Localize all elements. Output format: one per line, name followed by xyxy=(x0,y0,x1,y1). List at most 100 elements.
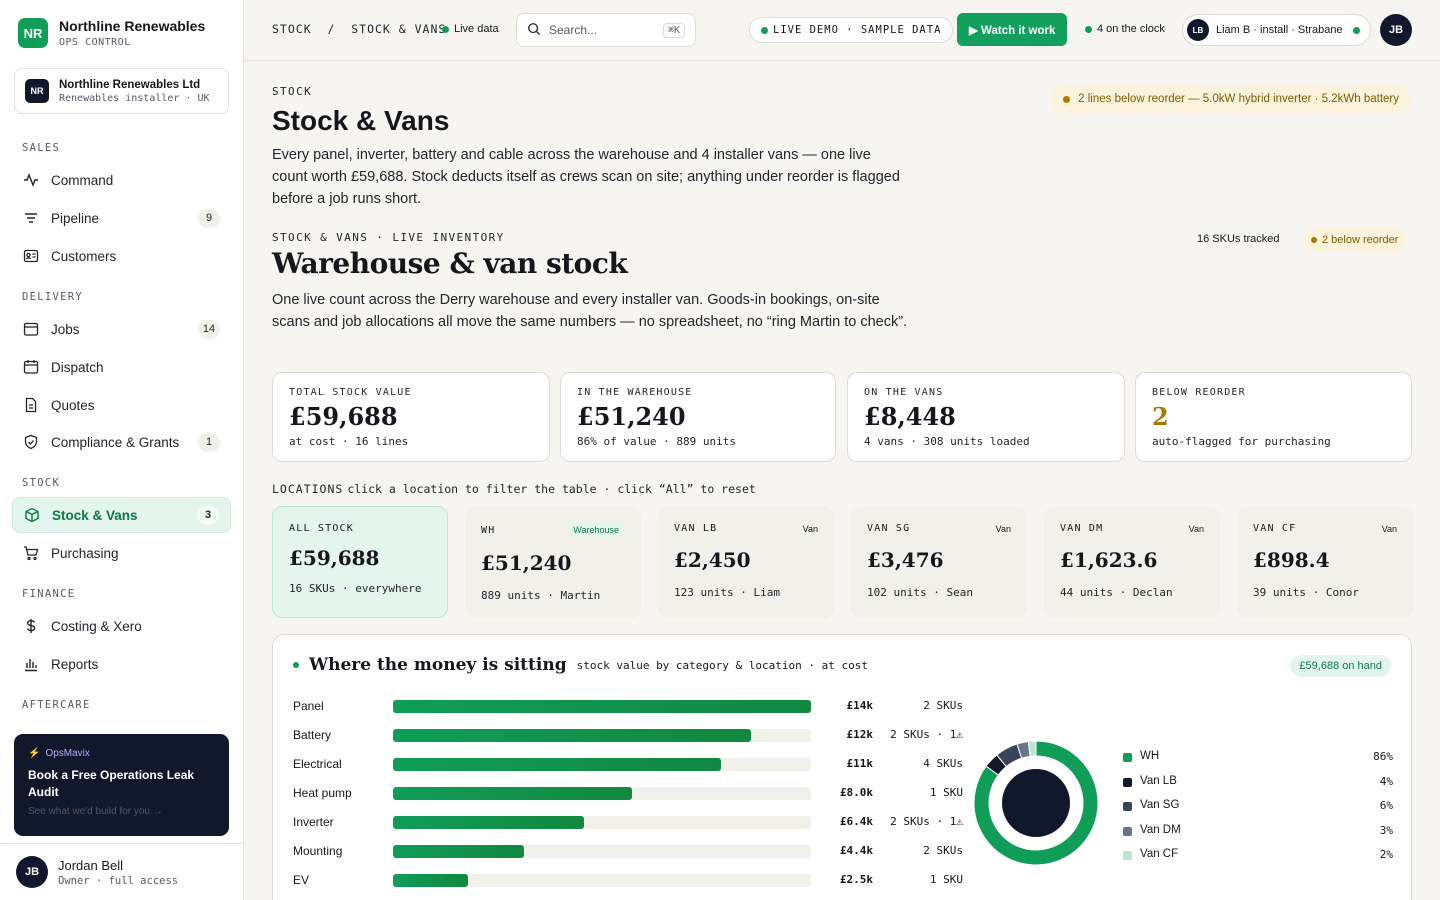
legend-item[interactable]: Van DM 3% xyxy=(1123,824,1393,840)
activity-icon xyxy=(23,172,39,188)
location-card-van-dm[interactable]: VAN DM Van £1,623.6 44 units · Declan xyxy=(1044,507,1220,618)
locations-hint: click a location to filter the table · c… xyxy=(347,482,756,496)
money-breakdown-panel: Where the money is sitting stock value b… xyxy=(272,634,1412,900)
kpi-sub: auto-flagged for purchasing xyxy=(1152,435,1331,448)
kpi-sub: 86% of value · 889 units xyxy=(577,435,736,448)
account-avatar[interactable]: JB xyxy=(1380,14,1412,46)
locations-label: LOCATIONS xyxy=(272,482,344,496)
sidebar-item-reports[interactable]: Reports xyxy=(12,646,231,682)
brand[interactable]: NR Northline Renewables OPS CONTROL xyxy=(18,18,205,48)
active-installer-pill[interactable]: LB Liam B · install · Strabane xyxy=(1182,14,1371,46)
bar-row[interactable]: EV £2.5k 1 SKU xyxy=(293,871,963,889)
sidebar-item-label: Costing & Xero xyxy=(51,618,142,634)
search-input[interactable]: Search... ⌘K xyxy=(516,13,696,47)
demo-badge: LIVE DEMO · SAMPLE DATA xyxy=(749,17,954,43)
kpi-value: £51,240 xyxy=(577,402,686,431)
bar-row[interactable]: Inverter £6.4k 2 SKUs · 1⚠ xyxy=(293,813,963,831)
sidebar-item-compliance[interactable]: Compliance & Grants 1 xyxy=(12,424,231,460)
sidebar-item-dispatch[interactable]: Dispatch xyxy=(12,349,231,385)
bar-value-label: £8.0k xyxy=(839,786,873,799)
below-reorder-badge[interactable]: 2 below reorder xyxy=(1303,228,1407,252)
audit-promo-card[interactable]: ⚡ OpsMavix Book a Free Operations Leak A… xyxy=(14,734,229,836)
calendar-icon xyxy=(23,321,39,337)
location-value: £59,688 xyxy=(289,546,380,570)
sidebar-item-stock-vans[interactable]: Stock & Vans 3 xyxy=(12,497,231,533)
location-card-all[interactable]: ALL STOCK £59,688 16 SKUs · everywhere xyxy=(272,506,448,618)
sidebar-item-label: Command xyxy=(51,172,114,188)
legend-label: Van SG xyxy=(1140,799,1180,811)
location-donut-chart xyxy=(973,740,1099,866)
nav-section-delivery: DELIVERY xyxy=(22,291,83,303)
sidebar-item-quotes[interactable]: Quotes xyxy=(12,387,231,423)
promo-link[interactable]: See what we'd build for you → xyxy=(28,806,215,817)
kpi-below-reorder[interactable]: BELOW REORDER 2 auto-flagged for purchas… xyxy=(1135,372,1412,462)
user-menu[interactable]: JB Jordan Bell Owner · full access xyxy=(0,843,243,900)
bar-row[interactable]: Heat pump £8.0k 1 SKU xyxy=(293,784,963,802)
page-description: Every panel, inverter, battery and cable… xyxy=(272,147,900,207)
on-clock-indicator: 4 on the clock xyxy=(1085,23,1165,35)
location-card-van-cf[interactable]: VAN CF Van £898.4 39 units · Conor xyxy=(1237,507,1413,618)
bar-row[interactable]: Battery £12k 2 SKUs · 1⚠ xyxy=(293,726,963,744)
bar-row[interactable]: Panel £14k 2 SKUs xyxy=(293,697,963,715)
cart-icon xyxy=(23,545,39,561)
kpi-value: £59,688 xyxy=(289,402,398,431)
location-type-tag: Warehouse xyxy=(567,523,625,537)
location-card-van-sg[interactable]: VAN SG Van £3,476 102 units · Sean xyxy=(851,507,1027,618)
location-type-tag: Van xyxy=(995,523,1011,534)
location-code: VAN SG xyxy=(867,523,911,534)
location-header: ALL STOCK xyxy=(289,523,431,534)
location-sub: 123 units · Liam xyxy=(674,586,780,599)
contact-card-icon xyxy=(23,248,39,264)
kpi-total-stock-value: TOTAL STOCK VALUE £59,688 at cost · 16 l… xyxy=(272,372,550,462)
sidebar-item-customers[interactable]: Customers xyxy=(12,238,231,274)
bar xyxy=(393,845,525,858)
location-header: VAN LB Van xyxy=(674,523,818,534)
nav-section-stock: STOCK xyxy=(22,477,61,489)
watch-it-work-button[interactable]: ▶ Watch it work xyxy=(957,13,1068,46)
count-badge: 3 xyxy=(197,505,219,525)
bar xyxy=(393,816,585,829)
location-card-van-lb[interactable]: VAN LB Van £2,450 123 units · Liam xyxy=(658,507,834,618)
location-header: WH Warehouse xyxy=(481,523,625,537)
sidebar-item-label: Compliance & Grants xyxy=(51,434,180,450)
legend-item[interactable]: WH 86% xyxy=(1123,750,1393,766)
location-sub: 39 units · Conor xyxy=(1253,586,1359,599)
reorder-warning-badge[interactable]: 2 lines below reorder — 5.0kW hybrid inv… xyxy=(1051,85,1411,113)
kpi-sub: 4 vans · 308 units loaded xyxy=(864,435,1030,448)
warning-dot-icon xyxy=(1311,237,1317,243)
donut-slice-van-cf[interactable] xyxy=(1027,740,1037,757)
promo-brand: ⚡ OpsMavix xyxy=(28,748,215,759)
location-code: VAN DM xyxy=(1060,523,1104,534)
bar xyxy=(393,874,468,887)
bar-row[interactable]: Mounting £4.4k 2 SKUs xyxy=(293,842,963,860)
sidebar-item-command[interactable]: Command xyxy=(12,162,231,198)
status-dot-icon xyxy=(1085,25,1092,33)
location-code: ALL STOCK xyxy=(289,523,354,534)
legend-item[interactable]: Van LB 4% xyxy=(1123,775,1393,791)
bar-label: Panel xyxy=(293,699,324,713)
brand-name: Northline Renewables xyxy=(59,18,206,34)
bar-row[interactable]: Electrical £11k 4 SKUs xyxy=(293,755,963,773)
legend-item[interactable]: Van SG 6% xyxy=(1123,799,1393,815)
panel-title: Where the money is sitting stock value b… xyxy=(293,655,868,675)
location-value: £51,240 xyxy=(481,551,572,575)
sidebar-item-costing[interactable]: Costing & Xero xyxy=(12,608,231,644)
sidebar-item-purchasing[interactable]: Purchasing xyxy=(12,535,231,571)
bar-chart-icon xyxy=(23,656,39,672)
location-card-wh[interactable]: WH Warehouse £51,240 889 units · Martin xyxy=(465,507,641,618)
legend-swatch xyxy=(1123,802,1132,811)
legend-item[interactable]: Van CF 2% xyxy=(1123,848,1393,864)
bar xyxy=(393,700,811,713)
kpi-sub: at cost · 16 lines xyxy=(289,435,409,448)
location-code: VAN CF xyxy=(1253,523,1297,534)
user-name: Jordan Bell xyxy=(58,857,124,873)
nav-section-aftercare: AFTERCARE xyxy=(22,699,91,711)
location-sub: 44 units · Declan xyxy=(1060,586,1173,599)
live-data-label: Live data xyxy=(454,23,499,35)
bar-track xyxy=(393,787,811,800)
org-switcher[interactable]: NR Northline Renewables Ltd Renewables i… xyxy=(14,68,229,114)
sidebar-item-pipeline[interactable]: Pipeline 9 xyxy=(12,200,231,236)
page-eyebrow: STOCK xyxy=(272,85,313,98)
sidebar-item-jobs[interactable]: Jobs 14 xyxy=(12,311,231,347)
bar-track xyxy=(393,816,811,829)
